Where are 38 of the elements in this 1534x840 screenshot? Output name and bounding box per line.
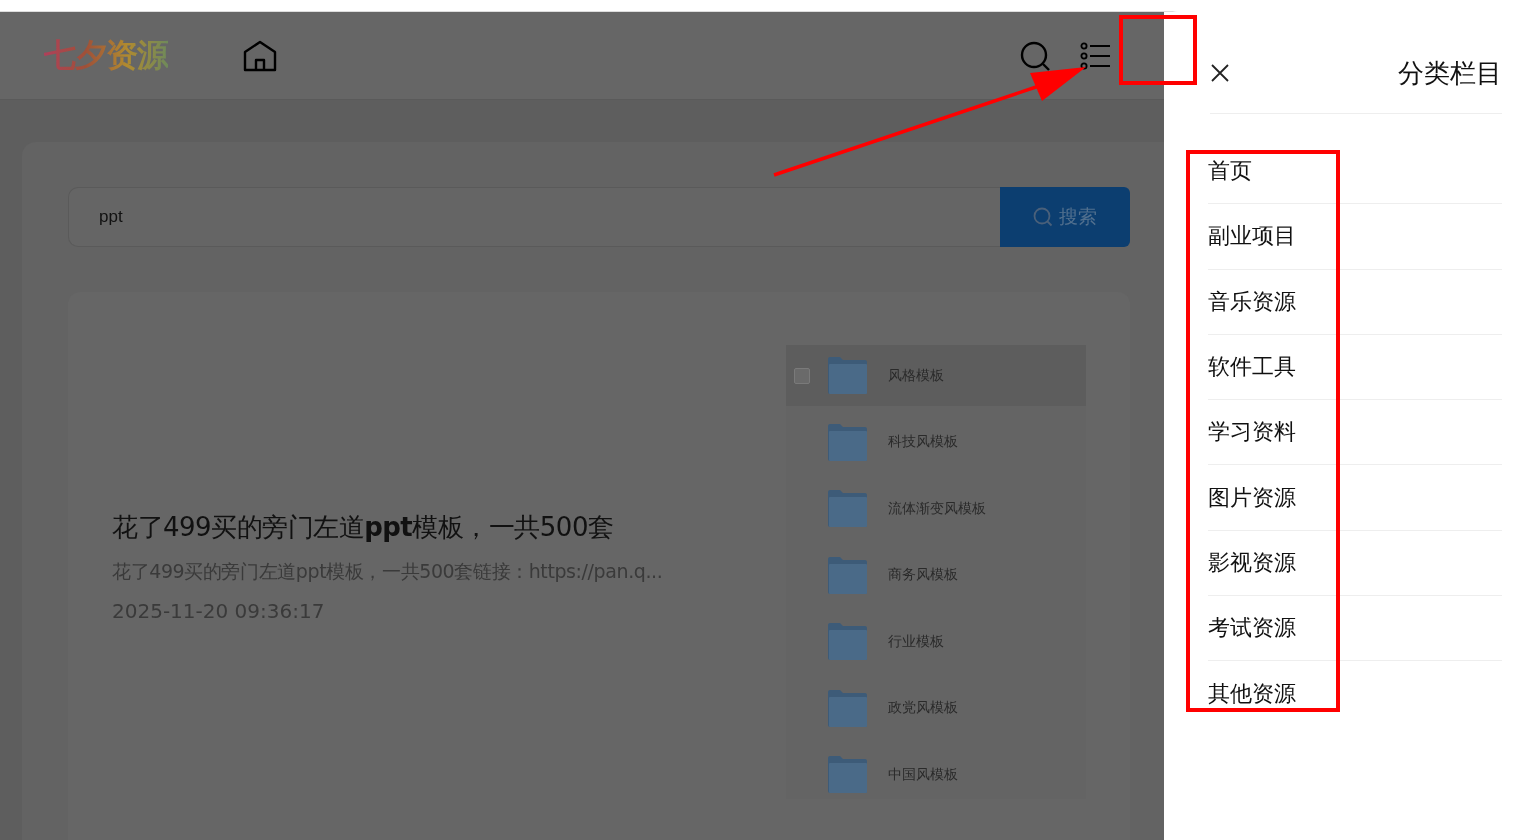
folder-icon — [828, 556, 868, 594]
category-item[interactable]: 影视资源 — [1208, 530, 1502, 597]
folder-row[interactable]: 科技风模板 — [786, 411, 1086, 473]
search-icon[interactable] — [1020, 40, 1052, 73]
folder-name: 商务风模板 — [888, 566, 958, 584]
folder-icon — [828, 756, 868, 793]
category-item[interactable]: 软件工具 — [1208, 334, 1502, 401]
category-item[interactable]: 其他资源 — [1208, 661, 1502, 727]
category-item[interactable]: 学习资料 — [1208, 400, 1502, 466]
search-field[interactable]: ppt — [68, 187, 1000, 247]
category-item[interactable]: 首页 — [1208, 139, 1502, 205]
folder-icon — [828, 423, 868, 461]
search-button[interactable]: 搜索 — [1000, 187, 1130, 247]
folder-row[interactable]: 政党风模板 — [786, 677, 1086, 739]
folder-row[interactable]: 中国风模板 — [786, 744, 1086, 805]
folder-icon — [828, 689, 868, 727]
menu-icon[interactable] — [1080, 41, 1110, 70]
category-item[interactable]: 考试资源 — [1208, 596, 1502, 662]
folder-row[interactable]: 商务风模板 — [786, 544, 1086, 606]
folder-icon — [828, 357, 868, 394]
folder-row[interactable]: 流体渐变风模板 — [786, 478, 1086, 539]
search-icon — [1033, 207, 1053, 227]
folder-name: 流体渐变风模板 — [888, 499, 986, 518]
checkbox[interactable] — [794, 367, 810, 384]
folder-name: 行业模板 — [888, 632, 944, 651]
folder-row[interactable]: 行业模板 — [786, 611, 1086, 672]
folder-name: 科技风模板 — [888, 433, 958, 451]
drawer-title: 分类栏目 — [1398, 56, 1502, 90]
category-item[interactable]: 音乐资源 — [1208, 269, 1502, 335]
post-title[interactable]: 花了499买的旁门左道ppt模板，一共500套 — [112, 510, 786, 545]
folder-name: 中国风模板 — [888, 765, 958, 784]
category-item[interactable]: 图片资源 — [1208, 465, 1502, 531]
folder-icon — [828, 623, 868, 660]
home-icon[interactable] — [243, 39, 277, 72]
folder-name: 政党风模板 — [888, 699, 958, 717]
close-icon[interactable] — [1210, 63, 1230, 83]
category-item[interactable]: 副业项目 — [1208, 204, 1502, 270]
folder-icon — [828, 490, 868, 527]
